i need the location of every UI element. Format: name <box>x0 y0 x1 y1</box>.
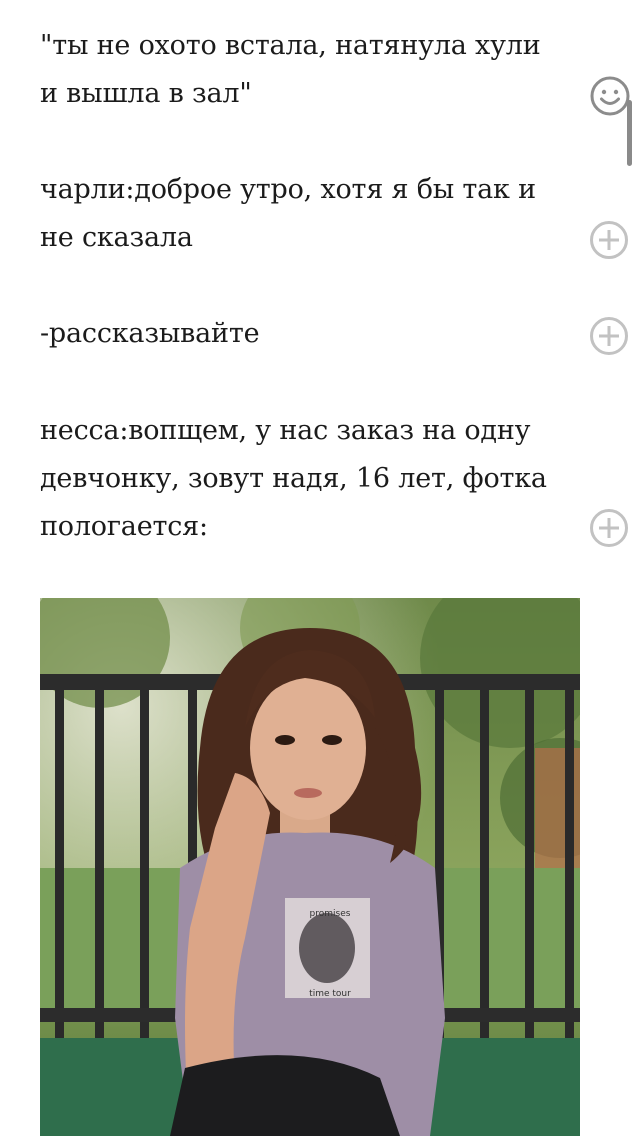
shirt-print-bottom: time tour <box>309 989 351 999</box>
paragraph-3: -рассказывайте <box>40 318 260 349</box>
paragraph-comment-button[interactable] <box>590 509 628 547</box>
paragraph-4: несса:вопщем, у нас заказ на одну девчон… <box>40 415 547 542</box>
paragraph-comment-button[interactable] <box>590 317 628 355</box>
scrollbar[interactable] <box>627 100 632 166</box>
smiley-icon <box>590 76 630 116</box>
story-reader: "ты не охото встала, натянула хули и выш… <box>0 0 640 1136</box>
reaction-button[interactable] <box>589 75 631 117</box>
shirt-print-top: promises <box>310 909 351 919</box>
paragraph-1: "ты не охото встала, натянула хули и выш… <box>40 30 541 109</box>
paragraph-2: чарли:доброе утро, хотя я бы так и не ск… <box>40 174 536 253</box>
paragraph-comment-button[interactable] <box>590 221 628 259</box>
photo-illustration: promises time tour <box>40 598 580 1136</box>
story-image[interactable]: promises time tour <box>40 598 580 1136</box>
